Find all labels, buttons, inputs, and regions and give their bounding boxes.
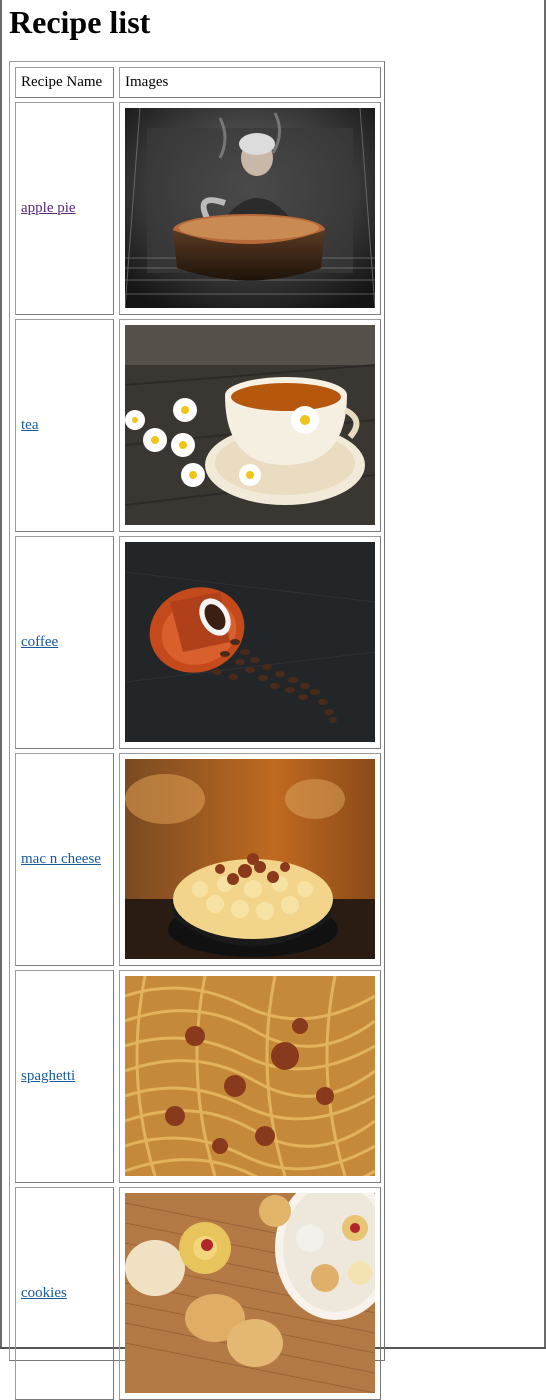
cookies-photo — [125, 1193, 375, 1393]
recipe-link-tea[interactable]: tea — [21, 417, 38, 434]
table-row-image-cell — [119, 536, 381, 749]
recipe-table: Recipe Name Images apple pie tea coffee … — [9, 61, 385, 1400]
header-images: Images — [119, 67, 381, 98]
table-row-image-cell — [119, 319, 381, 532]
window-left-edge — [0, 0, 2, 1349]
table-row-name-cell: apple pie — [15, 102, 114, 315]
header-recipe-name: Recipe Name — [15, 67, 114, 98]
table-row-image-cell — [119, 753, 381, 966]
tea-photo — [125, 325, 375, 525]
recipe-link-spaghetti[interactable]: spaghetti — [21, 1068, 75, 1085]
recipe-link-coffee[interactable]: coffee — [21, 634, 58, 651]
apple-pie-photo — [125, 108, 375, 308]
table-row-name-cell: tea — [15, 319, 114, 532]
recipe-link-apple-pie[interactable]: apple pie — [21, 200, 76, 217]
page-title: Recipe list — [9, 4, 151, 40]
table-row-image-cell — [119, 1187, 381, 1400]
table-row-name-cell: coffee — [15, 536, 114, 749]
table-row-name-cell: spaghetti — [15, 970, 114, 1183]
recipe-link-cookies[interactable]: cookies — [21, 1285, 67, 1302]
coffee-photo — [125, 542, 375, 742]
recipe-link-mac-n-cheese[interactable]: mac n cheese — [21, 851, 101, 868]
table-row-image-cell — [119, 102, 381, 315]
table-row-name-cell: mac n cheese — [15, 753, 114, 966]
mac-n-cheese-photo — [125, 759, 375, 959]
table-row-name-cell: cookies — [15, 1187, 114, 1400]
spaghetti-photo — [125, 976, 375, 1176]
table-row-image-cell — [119, 970, 381, 1183]
